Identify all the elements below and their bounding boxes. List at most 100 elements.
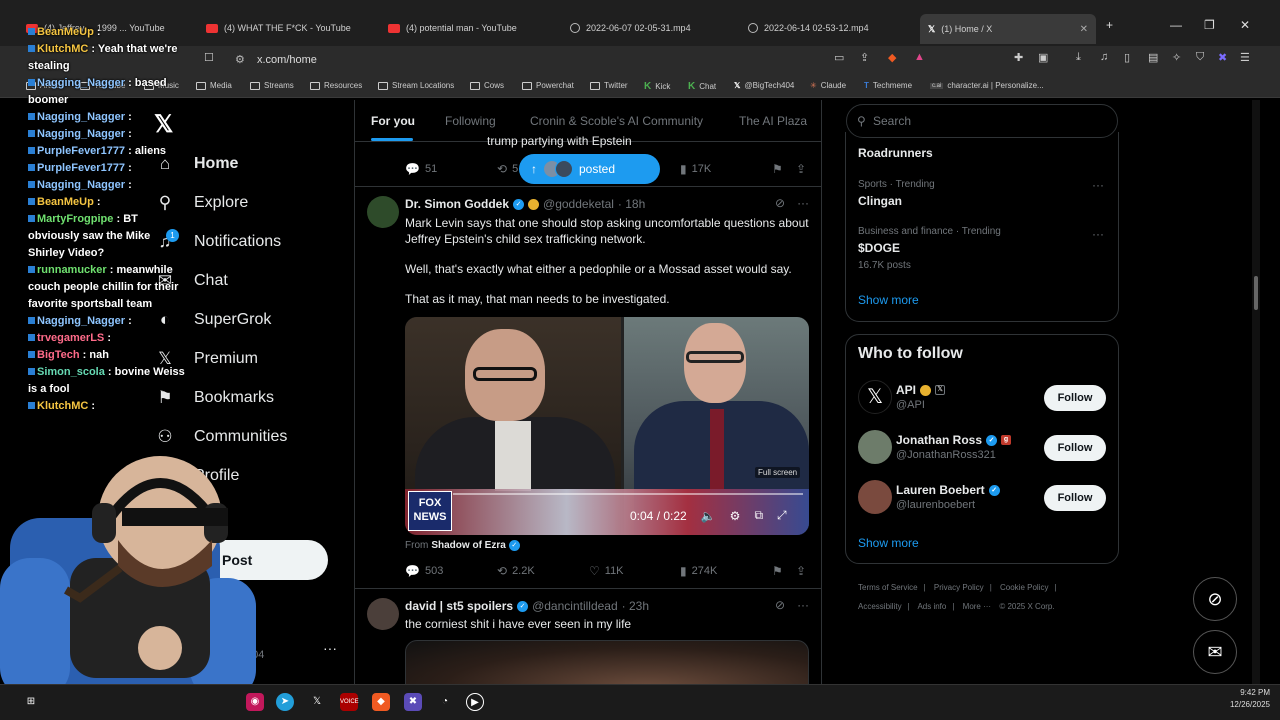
bookmark-item[interactable]: Stream Locations [378, 81, 454, 90]
bookmark-item[interactable]: K Kick [644, 81, 670, 92]
share-icon[interactable]: ⇪ [860, 51, 869, 64]
reply-button[interactable]: 💬 503 [405, 564, 443, 578]
wallet-icon[interactable]: ▤ [1148, 51, 1158, 64]
follow-button[interactable]: Follow [1044, 485, 1106, 511]
speed-icon[interactable]: ◔ [436, 693, 454, 711]
sidebar-icon[interactable]: ▯ [1124, 51, 1130, 64]
more-icon[interactable]: ··· [797, 196, 809, 210]
reply-button[interactable]: 💬 51 [405, 162, 437, 176]
app-icon[interactable]: ◉ [246, 693, 264, 711]
tabs-icon[interactable]: ▣ [1038, 51, 1048, 64]
suggestion-name[interactable]: API 𝕏 [896, 383, 946, 397]
settings-icon[interactable]: ⚙ [730, 509, 741, 523]
grok-icon[interactable]: ⊘ [775, 598, 785, 612]
play-icon[interactable]: ▶ [466, 693, 484, 711]
footer-link[interactable]: Cookie Policy [1000, 583, 1048, 592]
bookmark-item[interactable]: Powerchat [522, 81, 574, 90]
show-more-link[interactable]: Show more [858, 536, 919, 550]
grok-fab-icon[interactable]: ⊘ [1193, 577, 1237, 621]
source-link[interactable]: Shadow of Ezra [431, 540, 505, 551]
messages-fab-icon[interactable]: ✉ [1193, 630, 1237, 674]
share-button[interactable]: ⇪ [796, 564, 806, 578]
rewards-icon[interactable]: ▲ [914, 51, 925, 63]
close-tab-icon[interactable]: ✕ [1080, 24, 1088, 35]
tab-community-ai[interactable]: Cronin & Scoble's AI Community [530, 114, 703, 128]
url-bar[interactable]: ⚙ x.com/home [225, 50, 825, 70]
bookmark-icon[interactable]: ☐ [204, 51, 214, 64]
post-time[interactable]: · 18h [618, 197, 645, 211]
account-more-icon[interactable]: ··· [323, 640, 337, 656]
scrollbar-track[interactable] [1252, 100, 1260, 684]
grok-icon[interactable]: ⊘ [775, 196, 785, 210]
avatar[interactable] [367, 598, 399, 630]
tab-ai-plaza[interactable]: The AI Plaza [739, 114, 807, 128]
fullscreen-icon[interactable]: ⤢ [777, 508, 787, 523]
nav-communities[interactable]: ⚇ Communities [154, 427, 287, 447]
maximize-button[interactable]: ❐ [1204, 18, 1215, 32]
trend-more-icon[interactable]: ··· [1092, 227, 1104, 241]
trend-name[interactable]: Clingan [858, 194, 902, 208]
menu-icon[interactable]: ☰ [1240, 51, 1250, 64]
browser-tab[interactable]: 2022-06-14 02-53-12.mp4 [748, 16, 908, 40]
pip-icon[interactable]: ⧉ [754, 508, 763, 523]
trend-name[interactable]: Roadrunners [858, 146, 933, 160]
stream-app-icon[interactable]: VOICE [340, 693, 359, 711]
author-handle[interactable]: @dancintilldead [532, 599, 618, 613]
share-button[interactable]: ⇪ [796, 162, 806, 176]
site-info-icon[interactable]: ⚙ [235, 50, 245, 70]
music-icon[interactable]: ♫ [1100, 51, 1108, 63]
bookmark-item[interactable]: 𝕏 @BigTech404 [734, 81, 794, 90]
follow-button[interactable]: Follow [1044, 435, 1106, 461]
browser-tab-active[interactable]: 𝕏 (1) Home / X ✕ [920, 14, 1096, 44]
footer-link[interactable]: More ··· [963, 602, 991, 611]
author-name[interactable]: david | st5 spoilers [405, 599, 513, 613]
tab-following[interactable]: Following [445, 114, 496, 128]
more-icon[interactable]: ··· [797, 598, 809, 612]
video-progress-bar[interactable] [453, 493, 803, 495]
video-player[interactable]: Full screen FOX NEWS 0:04 / 0:22 🔈 ⚙ ⧉ ⤢ [405, 317, 809, 535]
like-button[interactable]: ♡ 11K [589, 564, 624, 578]
app-icon[interactable]: ✖ [404, 693, 422, 711]
download-icon[interactable]: ⤓ [1076, 51, 1081, 64]
avatar[interactable] [858, 430, 892, 464]
bookmark-item[interactable]: Twitter [590, 81, 628, 90]
new-posts-pill[interactable]: ↑ posted [519, 154, 660, 184]
avatar[interactable] [367, 196, 399, 228]
browser-tab[interactable]: 2022-06-07 02-05-31.mp4 [570, 16, 740, 40]
tab-for-you[interactable]: For you [371, 114, 415, 128]
new-tab-button[interactable]: + [1106, 18, 1113, 32]
repost-button[interactable]: ⟲ 5 [497, 162, 518, 176]
footer-link[interactable]: Accessibility [858, 602, 902, 611]
avatar[interactable] [858, 480, 892, 514]
bookmark-item[interactable]: Streams [250, 81, 294, 90]
bookmark-post-button[interactable]: ⚑ [772, 564, 783, 578]
bookmark-post-button[interactable]: ⚑ [772, 162, 783, 176]
post-media[interactable] [405, 640, 809, 684]
browser-tab[interactable]: (4) potential man - YouTube [388, 16, 558, 40]
footer-link[interactable]: Ads info [917, 602, 946, 611]
views-button[interactable]: ▮ 274K [680, 564, 717, 578]
footer-link[interactable]: Privacy Policy [934, 583, 984, 592]
windows-start-icon[interactable]: ⊞ [22, 693, 40, 711]
views-button[interactable]: ▮ 17K [680, 162, 711, 176]
extensions-icon[interactable]: ✚ [1014, 51, 1023, 64]
post-time[interactable]: · 23h [622, 599, 649, 613]
author-handle[interactable]: @goddeketal [543, 197, 614, 211]
suggestion-name[interactable]: Lauren Boebert ✓ [896, 483, 1000, 497]
screen-icon[interactable]: ▭ [834, 51, 844, 64]
bookmark-item[interactable]: ✳ Claude [810, 81, 846, 90]
bookmark-item[interactable]: Resources [310, 81, 362, 90]
profile-icon[interactable]: ✖ [1218, 51, 1227, 64]
bookmark-item[interactable]: K Chat [688, 81, 716, 92]
telegram-icon[interactable]: ➤ [276, 693, 294, 711]
follow-button[interactable]: Follow [1044, 385, 1106, 411]
volume-icon[interactable]: 🔈 [701, 509, 716, 523]
bookmark-item[interactable]: Cows [470, 81, 504, 90]
vpn-icon[interactable]: ⛉ [1196, 51, 1204, 64]
close-window-button[interactable]: ✕ [1240, 18, 1250, 32]
suggestion-name[interactable]: Jonathan Ross ✓ g [896, 433, 1012, 447]
bookmark-item[interactable]: c.ai character.ai | Personalize... [930, 81, 1044, 90]
trend-name[interactable]: $DOGE [858, 241, 900, 255]
repost-button[interactable]: ⟲ 2.2K [497, 564, 535, 578]
scrollbar-thumb[interactable] [1254, 276, 1258, 310]
